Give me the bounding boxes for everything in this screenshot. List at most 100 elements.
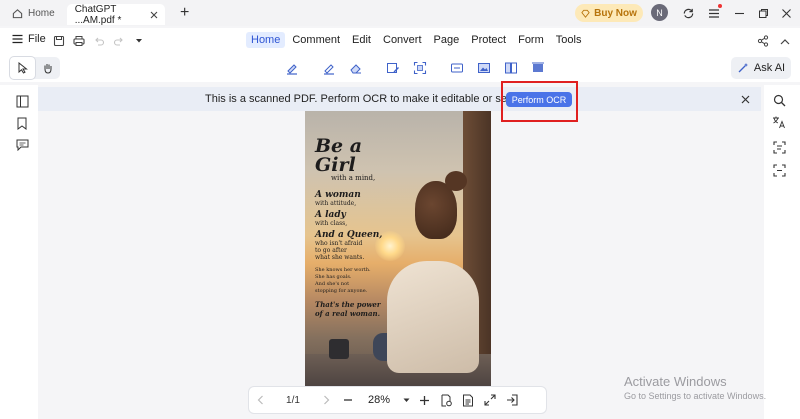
watermark-title: Activate Windows [624,374,727,389]
chevron-right-icon [323,395,330,405]
file-menu[interactable]: File [12,33,46,45]
share-icon[interactable] [756,34,770,48]
zoom-in-button[interactable] [413,389,435,411]
avatar-initial: N [656,7,663,18]
scan-text-icon[interactable] [771,139,787,155]
user-avatar[interactable]: N [651,4,668,21]
close-notice-icon[interactable] [738,92,752,106]
next-page-button[interactable] [315,389,337,411]
home-tab[interactable]: Home [0,0,67,26]
coffee-mug [329,339,349,359]
minus-icon [343,395,353,405]
comments-panel-icon[interactable] [14,137,30,153]
document-page[interactable]: Be a Girl with a mind, A woman with atti… [305,111,491,388]
translate-icon[interactable] [771,114,787,130]
buy-now-button[interactable]: Buy Now [575,4,643,22]
link-tool-icon[interactable] [448,59,466,77]
close-window-icon[interactable] [777,4,795,22]
buy-now-label: Buy Now [594,7,637,19]
right-sidebar [764,85,800,419]
home-tools-group [283,59,547,77]
poem-verse3: And she's not [315,281,350,287]
hamburger-icon [12,34,23,44]
add-image-tool-icon[interactable] [475,59,493,77]
minimize-window-icon[interactable] [730,4,748,22]
quick-access-dropdown-icon[interactable] [132,34,146,48]
watermark-subtitle: Go to Settings to activate Windows. [624,391,767,401]
home-icon [12,8,23,19]
menu-form[interactable]: Form [513,32,549,48]
menu-tools[interactable]: Tools [551,32,587,48]
menu-home[interactable]: Home [246,32,286,48]
zoom-dropdown-button[interactable] [399,389,413,411]
hamburger-menu-icon[interactable] [705,4,723,22]
print-icon[interactable] [72,34,86,48]
scan-compare-icon[interactable] [771,162,787,178]
full-screen-button[interactable] [479,389,501,411]
crop-page-icon[interactable] [529,59,547,77]
file-menu-label: File [28,33,46,45]
menu-bar: File Home Comment Edit Convert Page Prot… [0,28,800,54]
collapse-ribbon-icon[interactable] [778,34,792,48]
ask-ai-button[interactable]: Ask AI [731,57,791,79]
menu-protect[interactable]: Protect [466,32,511,48]
main-menu: Home Comment Edit Convert Page Protect F… [246,32,586,48]
menu-comment[interactable]: Comment [287,32,345,48]
home-tab-label: Home [28,7,55,19]
document-tab-label: ChatGPT ...AM.pdf * [74,3,122,26]
zoom-out-button[interactable] [337,389,359,411]
edit-image-tool-icon[interactable] [384,59,402,77]
poem-line3-sub1: who isn't afraid [315,240,363,247]
document-tab[interactable]: ChatGPT ...AM.pdf * [66,3,165,26]
select-tool-button[interactable] [10,57,35,79]
expand-icon [484,394,496,406]
sync-icon[interactable] [679,4,697,22]
search-icon[interactable] [771,92,787,108]
save-icon[interactable] [52,34,66,48]
menu-convert[interactable]: Convert [378,32,427,48]
restore-window-icon[interactable] [754,4,772,22]
poem-line3: And a Queen, [315,230,383,240]
redo-icon[interactable] [112,34,126,48]
edit-text-tool-icon[interactable] [320,59,338,77]
girl-sweater [387,261,479,373]
menu-page[interactable]: Page [429,32,465,48]
sign-in-arrow-icon [506,394,518,406]
undo-icon[interactable] [92,34,106,48]
poem-closing2: of a real woman. [315,309,381,318]
poem-line3-sub3: what she wants. [315,254,365,261]
ocr-scan-icon[interactable] [411,59,429,77]
page-number-input[interactable]: 1/1 [271,395,315,406]
poem-title: Be a Girl [315,135,363,176]
organize-pages-icon[interactable] [502,59,520,77]
activate-windows-watermark: Activate Windows Go to Settings to activ… [624,374,766,401]
eraser-tool-icon[interactable] [347,59,365,77]
thumbnails-panel-icon[interactable] [14,93,30,109]
close-tab-icon[interactable] [150,11,158,19]
cursor-arrow-icon [17,62,29,74]
hand-tool-button[interactable] [35,57,60,79]
poem-line1: A woman [315,190,361,200]
fit-width-button[interactable] [457,389,479,411]
poem-text-block: Be a Girl with a mind, A woman with atti… [315,135,399,319]
bookmark-panel-icon[interactable] [14,115,30,131]
page-navigation-bar: 1/1 28% [249,387,546,413]
caret-down-icon [403,398,410,403]
poem-verse1: She knows her worth. [315,267,371,273]
selection-tools [10,57,60,79]
highlight-tool-icon[interactable] [283,59,301,77]
chevron-left-icon [257,395,264,405]
plus-icon: + [180,4,190,21]
ocr-notice-bar: This is a scanned PDF. Perform OCR to ma… [38,87,761,111]
poem-line1-sub: with attitude, [315,200,357,207]
previous-page-button[interactable] [249,389,271,411]
zoom-level[interactable]: 28% [359,394,399,406]
ai-sparkle-icon [737,62,749,74]
poem-title-sub: with a mind, [331,174,376,182]
poem-verse4: stopping for anyone. [315,288,368,294]
fit-page-button[interactable] [435,389,457,411]
exit-reading-button[interactable] [501,389,523,411]
ribbon-toolbar: Ask AI [0,54,800,82]
new-tab-button[interactable]: + [173,1,197,25]
menu-edit[interactable]: Edit [347,32,376,48]
